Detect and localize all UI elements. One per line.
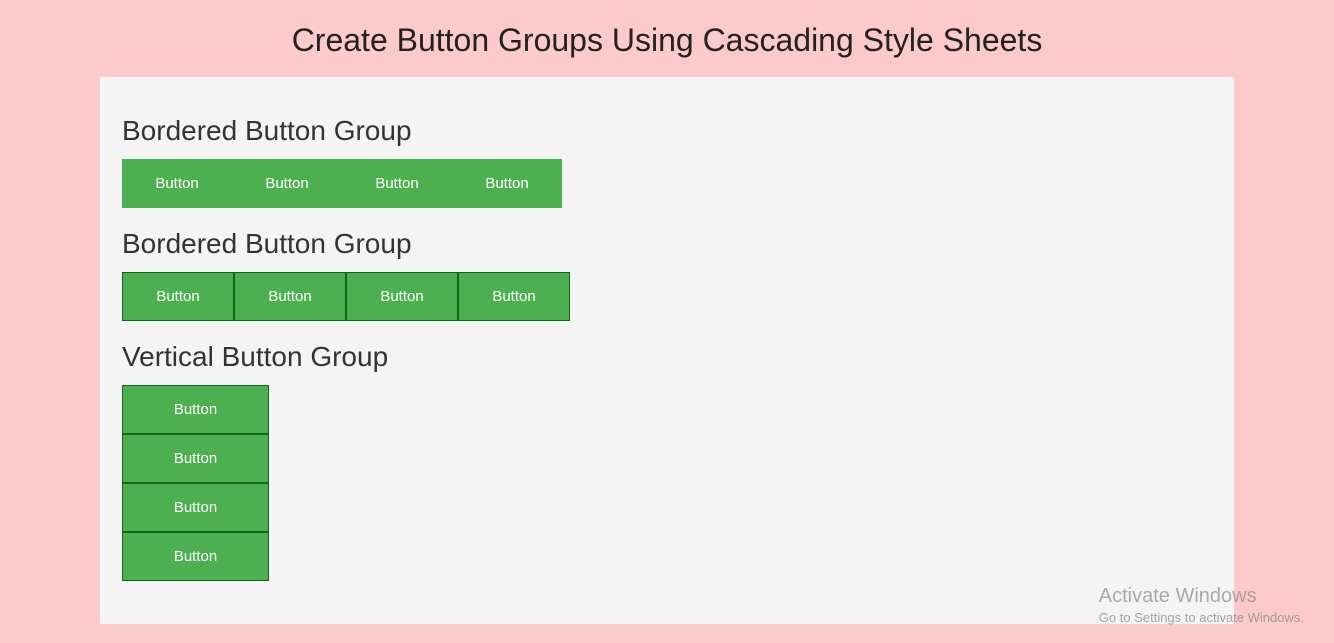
button[interactable]: Button [122,272,234,321]
content-panel: Bordered Button Group Button Button Butt… [100,77,1234,624]
button[interactable]: Button [122,385,269,434]
windows-activation-watermark: Activate Windows Go to Settings to activ… [1099,585,1304,625]
button-group-plain: Button Button Button Button [122,159,1212,208]
button[interactable]: Button [346,272,458,321]
button[interactable]: Button [122,532,269,581]
section-heading-bordered: Bordered Button Group [122,228,1212,260]
section-heading-plain: Bordered Button Group [122,115,1212,147]
watermark-title: Activate Windows [1099,585,1304,608]
button[interactable]: Button [234,272,346,321]
button-group-bordered: Button Button Button Button [122,272,1212,321]
page-title: Create Button Groups Using Cascading Sty… [0,0,1334,77]
button[interactable]: Button [122,159,232,208]
button[interactable]: Button [232,159,342,208]
button[interactable]: Button [452,159,562,208]
button[interactable]: Button [458,272,570,321]
watermark-subtitle: Go to Settings to activate Windows. [1099,610,1304,625]
button[interactable]: Button [342,159,452,208]
section-heading-vertical: Vertical Button Group [122,341,1212,373]
button[interactable]: Button [122,434,269,483]
button[interactable]: Button [122,483,269,532]
button-group-vertical: Button Button Button Button [122,385,269,581]
